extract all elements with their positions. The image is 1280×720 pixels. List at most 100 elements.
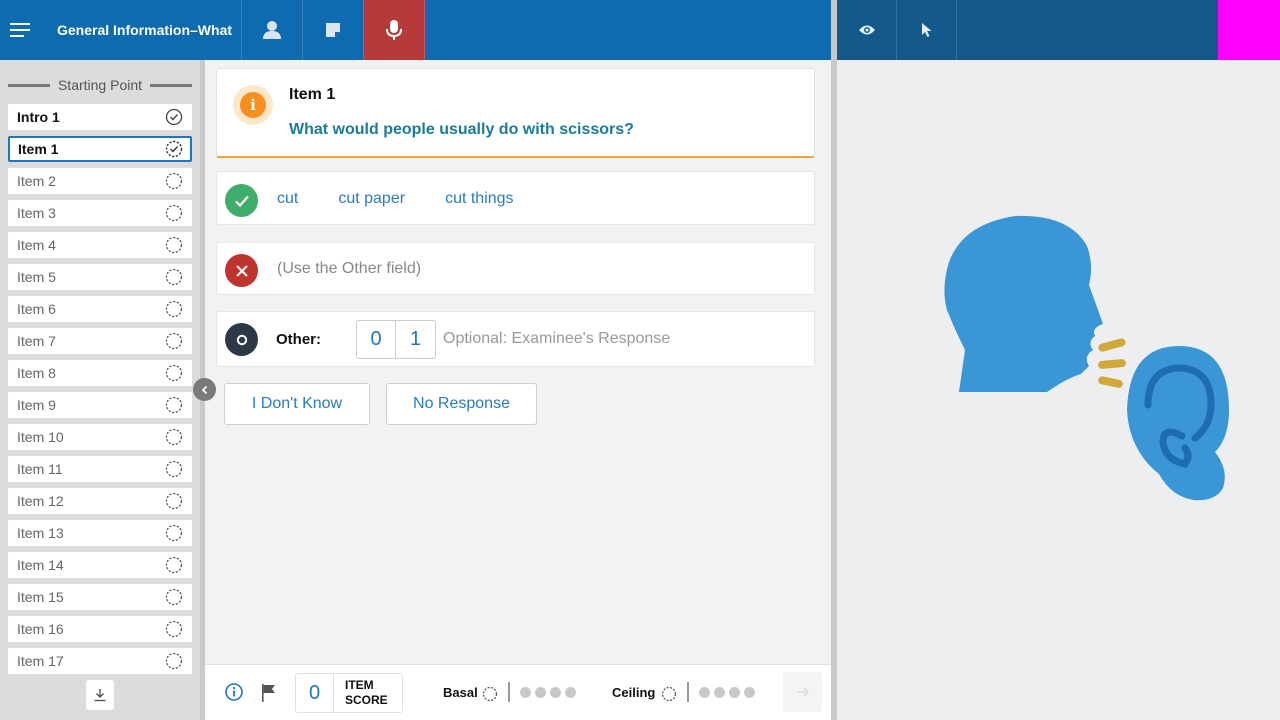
menu-button[interactable] (0, 0, 42, 60)
sidebar-item-label: Item 16 (17, 621, 64, 637)
pending-icon (165, 268, 183, 286)
ceiling-progress-dots (699, 687, 755, 698)
divider-line (7, 83, 50, 87)
sidebar-item-item-1[interactable]: Item 1 (8, 136, 192, 162)
sidebar-item-intro-1[interactable]: Intro 1 (8, 104, 192, 130)
correct-answer-list: cut cut paper cut things (277, 190, 514, 208)
progress-dot (699, 687, 710, 698)
pending-icon (165, 524, 183, 542)
other-score-1-button[interactable]: 1 (396, 320, 436, 359)
eye-icon (858, 25, 875, 35)
item-main-panel: i Item 1 What would people usually do wi… (205, 60, 831, 664)
check-icon (234, 195, 249, 207)
view-button[interactable] (837, 0, 897, 60)
chevron-left-icon (201, 385, 207, 394)
pending-icon (165, 588, 183, 606)
incorrect-score-button[interactable] (225, 254, 258, 287)
basal-separator (508, 682, 510, 702)
sidebar-item-label: Item 1 (18, 141, 59, 157)
progress-dot (565, 687, 576, 698)
sidebar-item-label: Item 14 (17, 557, 64, 573)
microphone-button[interactable] (364, 0, 425, 60)
pending-icon (165, 396, 183, 414)
sidebar-item-label: Item 12 (17, 493, 64, 509)
flag-button[interactable] (260, 683, 278, 708)
incorrect-note: (Use the Other field) (277, 260, 422, 277)
pending-icon (165, 364, 183, 382)
item-score-value: 0 (296, 674, 334, 712)
download-button[interactable] (86, 680, 114, 710)
sidebar-item-item-15[interactable]: Item 15 (8, 584, 192, 610)
close-icon (235, 264, 248, 277)
collapse-sidebar-button[interactable] (193, 378, 216, 401)
sidebar-item-label: Item 7 (17, 333, 56, 349)
correct-answer-option[interactable]: cut paper (338, 190, 405, 208)
pending-icon (165, 460, 183, 478)
sidebar-item-label: Item 13 (17, 525, 64, 541)
sidebar-item-item-12[interactable]: Item 12 (8, 488, 192, 514)
no-response-button[interactable]: No Response (386, 383, 537, 425)
sidebar-item-item-11[interactable]: Item 11 (8, 456, 192, 482)
correct-score-button[interactable] (225, 184, 258, 217)
sidebar-item-item-17[interactable]: Item 17 (8, 648, 192, 674)
sidebar-item-item-7[interactable]: Item 7 (8, 328, 192, 354)
sidebar-item-label: Item 17 (17, 653, 64, 669)
examinee-button[interactable] (242, 0, 303, 60)
dont-know-button[interactable]: I Don't Know (224, 383, 370, 425)
item-score-display: 0 ITEM SCORE (295, 673, 403, 713)
sidebar-item-item-6[interactable]: Item 6 (8, 296, 192, 322)
correct-answer-option[interactable]: cut (277, 190, 298, 208)
other-score-0-button[interactable]: 0 (356, 320, 396, 359)
question-text: What would people usually do with scisso… (289, 121, 634, 138)
in-progress-icon (165, 140, 183, 158)
pointer-button[interactable] (897, 0, 957, 60)
sidebar-item-label: Item 6 (17, 301, 56, 317)
head-silhouette (944, 215, 1103, 392)
sidebar-item-label: Item 4 (17, 237, 56, 253)
pending-icon (165, 172, 183, 190)
item-list: Intro 1 Item 1 Item 2 Item 3 Item 4 Item… (8, 104, 192, 680)
info-outline-icon (225, 683, 243, 701)
flag-icon (262, 684, 275, 702)
sidebar-item-label: Item 9 (17, 397, 56, 413)
info-button[interactable] (224, 682, 244, 707)
sound-wave-line (1098, 338, 1126, 352)
sidebar-item-label: Item 15 (17, 589, 64, 605)
sidebar-item-item-14[interactable]: Item 14 (8, 552, 192, 578)
pending-icon (165, 332, 183, 350)
incorrect-responses-card: (Use the Other field) (216, 242, 815, 295)
sidebar-item-item-3[interactable]: Item 3 (8, 200, 192, 226)
info-icon: i (240, 92, 266, 118)
speaking-listening-illustration (944, 215, 1229, 501)
sidebar-item-item-13[interactable]: Item 13 (8, 520, 192, 546)
next-item-button[interactable] (783, 672, 822, 712)
arrow-right-icon (796, 687, 809, 697)
sidebar-item-label: Item 10 (17, 429, 64, 445)
item-score-label-line2: SCORE (345, 693, 388, 707)
sidebar-item-label: Item 5 (17, 269, 56, 285)
pending-icon (165, 236, 183, 254)
examinee-response-input[interactable] (443, 325, 783, 353)
sidebar-item-item-9[interactable]: Item 9 (8, 392, 192, 418)
item-sidebar: Starting Point Intro 1 Item 1 Item 2 Ite… (0, 60, 200, 720)
notes-button[interactable] (303, 0, 364, 60)
sidebar-item-item-5[interactable]: Item 5 (8, 264, 192, 290)
sidebar-item-item-2[interactable]: Item 2 (8, 168, 192, 194)
correct-answer-option[interactable]: cut things (445, 190, 513, 208)
sidebar-item-item-8[interactable]: Item 8 (8, 360, 192, 386)
basal-label: Basal (443, 685, 478, 700)
other-label: Other: (276, 331, 321, 348)
app-root: General Information–What Starting Point (0, 0, 1280, 720)
sidebar-item-label: Intro 1 (17, 109, 60, 125)
examinee-toolbar (837, 0, 1280, 60)
progress-dot (744, 687, 755, 698)
test-title: General Information–What (42, 0, 242, 60)
sidebar-item-item-16[interactable]: Item 16 (8, 616, 192, 642)
check-circle-icon (165, 108, 183, 126)
download-icon (94, 689, 106, 702)
sidebar-item-item-4[interactable]: Item 4 (8, 232, 192, 258)
sound-wave-line (1098, 359, 1126, 369)
ceiling-label: Ceiling (612, 685, 656, 700)
sidebar-item-item-10[interactable]: Item 10 (8, 424, 192, 450)
